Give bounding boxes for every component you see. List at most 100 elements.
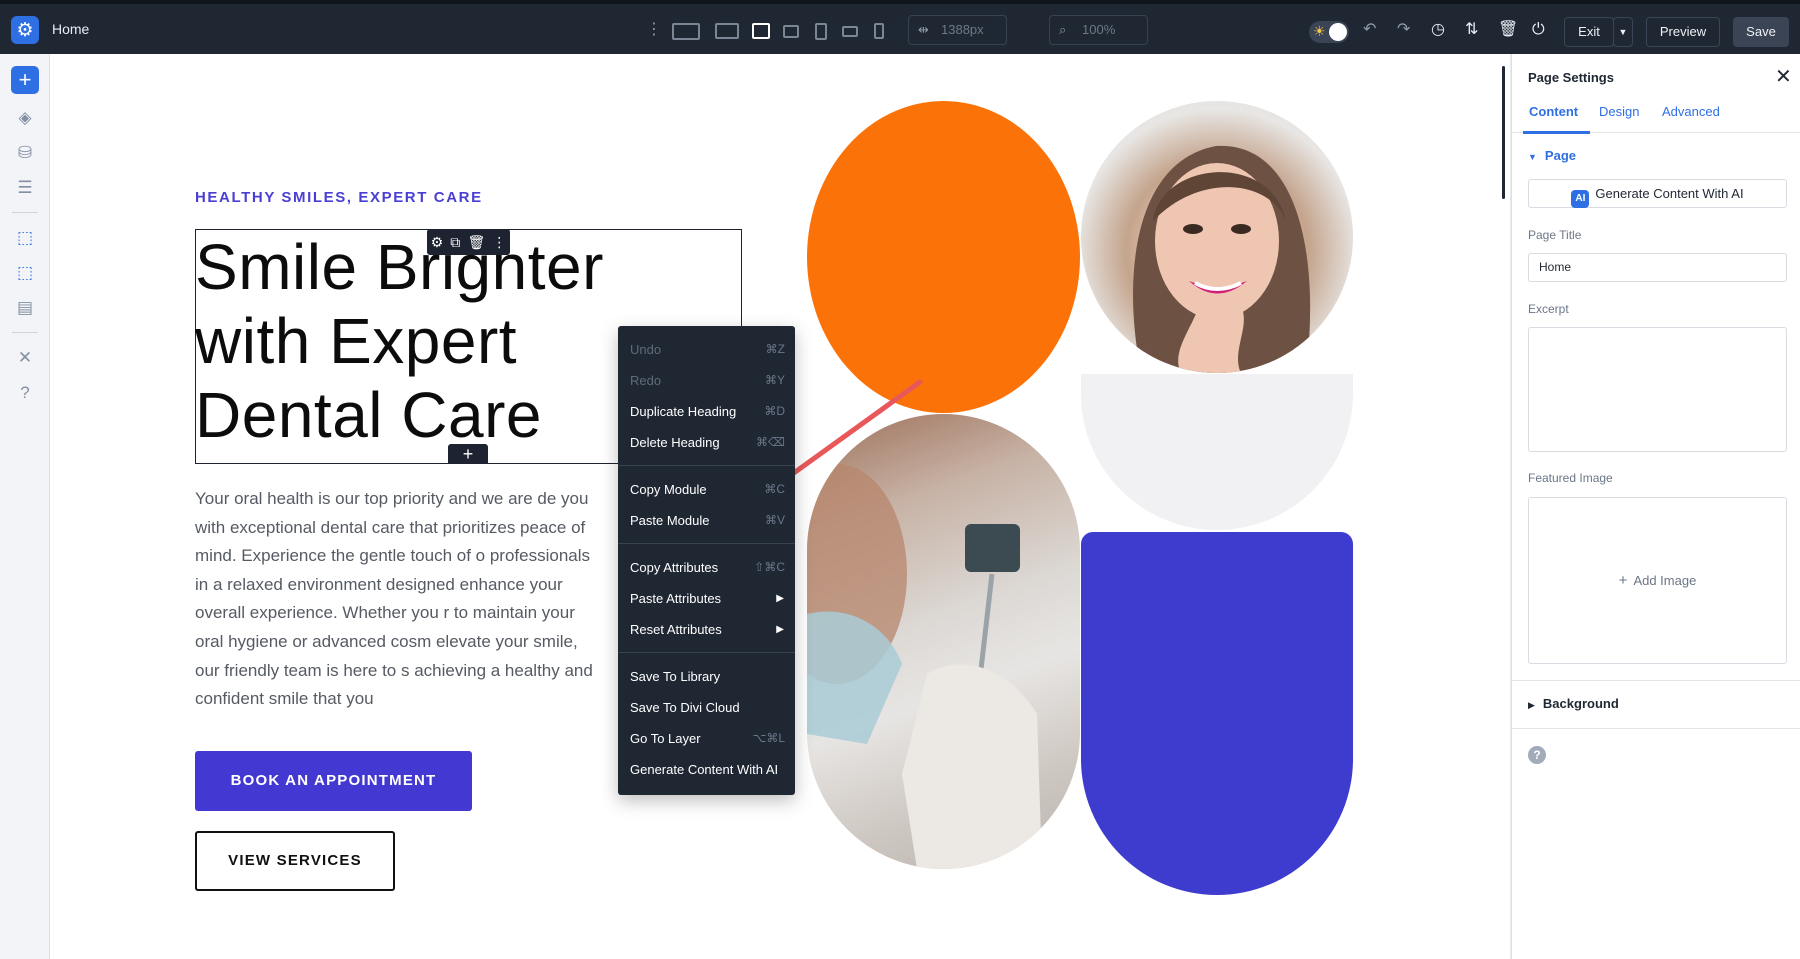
phone-landscape-view-icon[interactable] <box>842 26 858 37</box>
book-appointment-button[interactable]: BOOK AN APPOINTMENT <box>195 751 472 811</box>
power-icon[interactable]: ⏻ <box>1532 20 1545 40</box>
context-menu: Undo ⌘Z Redo ⌘Y Duplicate Heading ⌘D Delete… <box>618 326 795 795</box>
undo-icon[interactable]: ↶ <box>1363 20 1376 40</box>
builder-canvas: HEALTHY SMILES, EXPERT CARE Smile Bright… <box>50 54 1510 959</box>
menu-item-generate-content-ai[interactable]: Generate Content With AI <box>618 754 795 785</box>
top-toolbar: ⚙ Home ⋮ ⇹ 1388px ⌕ 100% ☀ ↶ ↷ ◷ ⇅ 🗑 ⏻ E… <box>0 0 1800 54</box>
page-title-input[interactable]: Home <box>1528 253 1787 282</box>
page-structure-icon[interactable]: ☰ <box>13 176 37 200</box>
module-settings-gear-icon[interactable]: ⚙ <box>431 229 444 255</box>
history-clock-icon[interactable]: ◷ <box>1431 20 1445 40</box>
trash-icon[interactable]: 🗑 <box>1498 20 1518 40</box>
redo-icon[interactable]: ↷ <box>1397 20 1410 40</box>
submenu-arrow-icon: ▶ <box>776 593 784 604</box>
sidebar-divider <box>12 332 38 333</box>
menu-item-go-to-layer[interactable]: Go To Layer ⌥⌘L <box>618 723 795 754</box>
menu-divider <box>618 652 795 653</box>
canvas-width-value: 1388px <box>941 22 984 37</box>
help-question-icon[interactable]: ? <box>13 381 37 405</box>
phone-portrait-view-icon[interactable] <box>874 23 884 39</box>
module-more-icon[interactable]: ⋮ <box>492 229 506 255</box>
width-arrows-icon: ⇹ <box>918 22 929 37</box>
light-dark-toggle[interactable]: ☀ <box>1309 21 1349 43</box>
menu-item-save-to-library[interactable]: Save To Library <box>618 661 795 692</box>
more-vertical-icon[interactable]: ⋮ <box>646 20 662 40</box>
left-sidebar: + ◈ ⛁ ☰ ⬚ ⬚ ▤ ✕ ? <box>0 54 50 959</box>
page-settings-panel: Page Settings ✕ Content Design Advanced … <box>1511 54 1800 959</box>
select-cursor-icon[interactable]: ⬚ <box>13 226 37 250</box>
section-divider <box>1512 728 1800 729</box>
generate-content-ai-button[interactable]: AI Generate Content With AI <box>1528 179 1787 208</box>
zoom-search-icon: ⌕ <box>1059 22 1067 37</box>
orange-oval-shape <box>807 101 1080 413</box>
sun-icon: ☀ <box>1313 23 1326 39</box>
module-delete-icon[interactable]: 🗑 <box>467 229 485 255</box>
add-module-plus-icon[interactable]: + <box>448 444 488 464</box>
menu-item-duplicate-heading[interactable]: Duplicate Heading ⌘D <box>618 396 795 427</box>
menu-item-undo[interactable]: Undo ⌘Z <box>618 334 795 365</box>
smiling-woman-illustration <box>1133 145 1311 373</box>
featured-image-label: Featured Image <box>1528 471 1613 485</box>
menu-item-redo[interactable]: Redo ⌘Y <box>618 365 795 396</box>
tools-icon[interactable]: ✕ <box>13 346 37 370</box>
preview-button[interactable]: Preview <box>1646 17 1720 47</box>
ai-badge-icon: AI <box>1571 190 1590 208</box>
canvas-scrollbar[interactable] <box>1502 66 1505 199</box>
featured-image-dropzone[interactable]: + Add Image <box>1528 497 1787 664</box>
menu-item-copy-module[interactable]: Copy Module ⌘C <box>618 474 795 505</box>
menu-item-copy-attributes[interactable]: Copy Attributes ⇧⌘C <box>618 552 795 583</box>
section-page-toggle[interactable]: ▼ Page <box>1528 148 1576 163</box>
toggle-knob <box>1329 23 1347 41</box>
eyebrow-text[interactable]: HEALTHY SMILES, EXPERT CARE <box>195 189 483 206</box>
tab-design[interactable]: Design <box>1599 104 1639 119</box>
database-icon[interactable]: ⛁ <box>13 141 37 165</box>
page-name: Home <box>52 21 90 37</box>
caret-down-icon: ▼ <box>1528 152 1537 162</box>
exit-button[interactable]: Exit <box>1564 17 1614 47</box>
excerpt-label: Excerpt <box>1528 302 1569 316</box>
smiling-woman-photo[interactable] <box>1081 101 1353 373</box>
module-duplicate-icon[interactable]: ⧉ <box>450 229 460 255</box>
add-element-plus-icon[interactable]: + <box>11 66 39 94</box>
desktop-wide-view-icon[interactable] <box>672 23 700 40</box>
active-tab-indicator <box>1523 131 1590 134</box>
add-plus-icon: + <box>1618 572 1628 589</box>
view-services-button[interactable]: VIEW SERVICES <box>195 831 395 891</box>
laptop-view-icon[interactable] <box>752 23 770 39</box>
tablet-portrait-view-icon[interactable] <box>815 23 827 40</box>
section-background-label: Background <box>1542 696 1619 711</box>
tab-content[interactable]: Content <box>1529 104 1578 119</box>
ai-button-label: Generate Content With AI <box>1595 186 1744 201</box>
add-image-label: Add Image <box>1633 573 1697 588</box>
desktop-view-icon[interactable] <box>715 23 739 39</box>
multi-select-cursor-icon[interactable]: ⬚ <box>13 261 37 285</box>
zoom-field[interactable]: ⌕ 100% <box>1049 15 1148 45</box>
menu-item-delete-heading[interactable]: Delete Heading ⌘⌫ <box>618 427 795 458</box>
menu-item-paste-module[interactable]: Paste Module ⌘V <box>618 505 795 536</box>
sidebar-divider <box>12 212 38 213</box>
excerpt-textarea[interactable] <box>1528 327 1787 452</box>
submenu-arrow-icon: ▶ <box>776 624 784 635</box>
layout-settings-icon[interactable]: ▤ <box>13 296 37 320</box>
layers-icon[interactable]: ◈ <box>13 106 37 130</box>
exit-dropdown-chevron-icon[interactable]: ▼ <box>1613 17 1633 47</box>
canvas-width-field[interactable]: ⇹ 1388px <box>908 15 1007 45</box>
close-icon[interactable]: ✕ <box>1775 64 1792 89</box>
section-background-toggle[interactable]: ▶ Background <box>1528 696 1619 711</box>
help-question-icon[interactable]: ? <box>1528 746 1546 764</box>
tablet-landscape-view-icon[interactable] <box>783 25 799 38</box>
sort-arrows-icon[interactable]: ⇅ <box>1465 20 1478 40</box>
menu-divider <box>618 543 795 544</box>
menu-item-paste-attributes[interactable]: Paste Attributes ▶ <box>618 583 795 614</box>
tab-advanced[interactable]: Advanced <box>1662 104 1720 119</box>
section-page-label: Page <box>1544 148 1576 163</box>
save-button[interactable]: Save <box>1733 17 1789 47</box>
section-divider <box>1512 680 1800 681</box>
panel-title: Page Settings <box>1528 70 1614 85</box>
menu-item-save-to-divi-cloud[interactable]: Save To Divi Cloud <box>618 692 795 723</box>
builder-settings-gear-icon[interactable]: ⚙ <box>11 16 39 44</box>
purple-arch-shape <box>1081 532 1353 895</box>
caret-right-icon: ▶ <box>1528 700 1535 710</box>
menu-item-reset-attributes[interactable]: Reset Attributes ▶ <box>618 614 795 645</box>
intro-paragraph[interactable]: Your oral health is our top priority and… <box>195 485 595 714</box>
